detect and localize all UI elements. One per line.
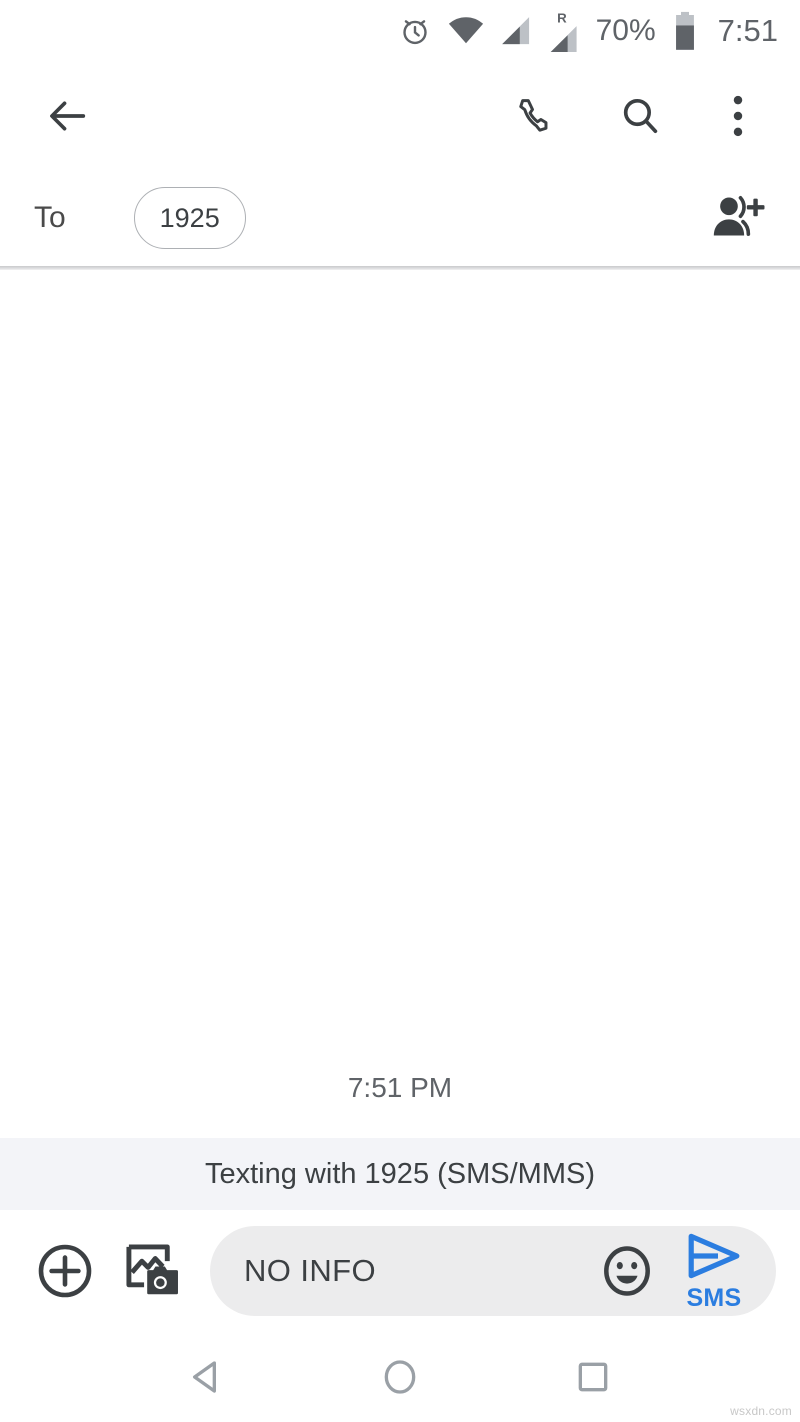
emoji-icon[interactable] [596,1240,658,1302]
battery-icon [672,11,698,51]
call-icon[interactable] [502,82,570,150]
status-bar-clock: 7:51 [718,13,778,49]
status-bar: R 70% 7:51 [0,0,800,62]
message-input-value[interactable]: NO INFO [244,1253,596,1289]
conversation-area: 7:51 PM [0,270,800,1138]
add-person-icon[interactable] [704,184,772,252]
android-navigation-bar: wsxdn.com [0,1332,800,1422]
wifi-icon [448,16,484,46]
send-sms-button[interactable]: SMS [670,1228,762,1314]
message-input-field[interactable]: NO INFO SMS [210,1226,776,1316]
battery-percent-label: 70% [596,14,656,48]
search-icon[interactable] [606,82,674,150]
send-paper-plane-icon [686,1232,742,1285]
recipient-row: To 1925 [0,170,800,266]
nav-home-icon[interactable] [365,1342,435,1412]
message-timestamp: 7:51 PM [0,1072,800,1138]
sms-banner-label: Texting with 1925 (SMS/MMS) [205,1158,595,1191]
compose-bar: NO INFO SMS [0,1210,800,1332]
to-label: To [34,201,66,235]
more-options-icon[interactable] [704,82,772,150]
nav-recents-icon[interactable] [558,1342,628,1412]
recipient-chip-label: 1925 [160,203,220,234]
sms-banner: Texting with 1925 (SMS/MMS) [0,1138,800,1210]
add-attachment-icon[interactable] [26,1232,104,1310]
signal-icon [500,15,532,47]
alarm-clock-icon [398,14,432,48]
roaming-label: R [557,11,567,26]
nav-back-icon[interactable] [172,1342,242,1412]
recipient-chip[interactable]: 1925 [134,187,246,249]
signal-roaming-icon: R [548,10,580,52]
messaging-app-screen: R 70% 7:51 [0,0,800,1422]
app-bar [0,62,800,170]
gallery-camera-icon[interactable] [114,1232,192,1310]
send-button-label: SMS [686,1286,741,1311]
watermark-label: wsxdn.com [730,1404,792,1418]
back-arrow-icon[interactable] [34,82,102,150]
